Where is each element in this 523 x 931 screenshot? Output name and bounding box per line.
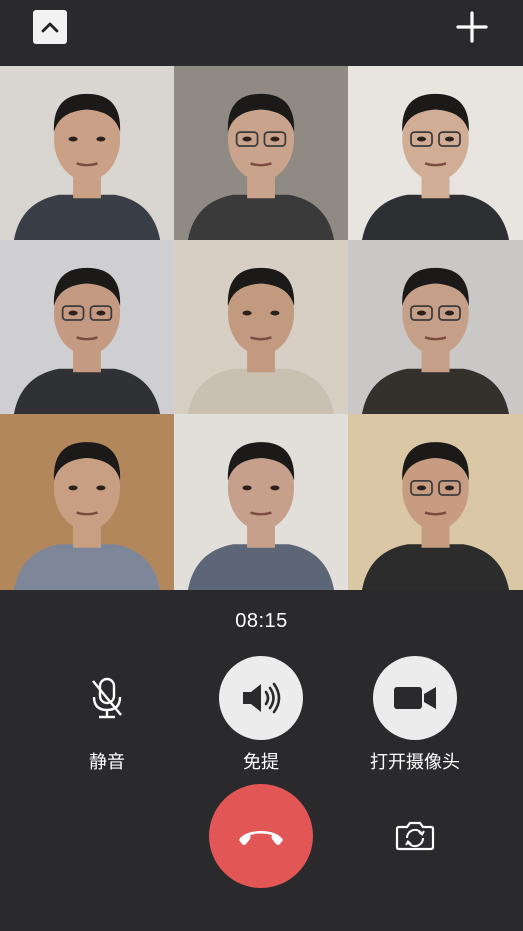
camera-switch-icon [395, 821, 435, 851]
participant-eye [416, 310, 427, 316]
speaker-label: 免提 [243, 752, 279, 772]
participant-shoulders [362, 544, 509, 590]
mute-button[interactable] [65, 656, 149, 740]
speaker-button[interactable] [219, 656, 303, 740]
participant-shoulders [13, 368, 161, 414]
participant-video-tile[interactable] [0, 414, 174, 590]
participant-video-frame [187, 442, 335, 590]
participant-shoulders [362, 368, 509, 414]
participant-video-tile[interactable] [348, 66, 523, 240]
participant-eye [68, 485, 78, 491]
speaker-control[interactable]: 免提 [201, 656, 321, 774]
participant-eye [242, 136, 252, 142]
participant-eye [444, 485, 455, 491]
collapse-button[interactable] [33, 10, 67, 44]
participant-video-frame [362, 267, 509, 414]
participant-video-frame [13, 442, 161, 590]
participant-shoulders [13, 194, 161, 240]
participant-eye [96, 310, 106, 316]
participant-eye [96, 136, 106, 142]
call-timer: 08:15 [235, 610, 288, 632]
participant-video-tile[interactable] [174, 414, 348, 590]
participant-video-tile[interactable] [174, 66, 348, 240]
participant-video-frame [13, 93, 161, 240]
mute-label: 静音 [89, 752, 125, 772]
participant-eye [96, 485, 106, 491]
mute-control[interactable]: 静音 [47, 656, 167, 774]
participant-video-tile[interactable] [348, 240, 523, 414]
participant-eye [270, 310, 280, 316]
participant-video-frame [187, 267, 335, 414]
participant-eye [270, 136, 280, 142]
participant-eye [270, 485, 280, 491]
participant-shoulders [362, 194, 509, 240]
participant-eye [242, 485, 252, 491]
video-camera-icon [394, 687, 436, 709]
participant-video-frame [13, 267, 161, 414]
plus-icon [456, 11, 488, 43]
participant-eye [416, 136, 427, 142]
participant-video-frame [362, 93, 509, 240]
add-participant-button[interactable] [455, 10, 489, 44]
camera-button[interactable] [373, 656, 457, 740]
chevron-up-icon [41, 22, 59, 33]
participant-eye [416, 485, 427, 491]
participant-video-grid [0, 66, 523, 590]
participant-eye [444, 136, 455, 142]
participant-eye [242, 310, 252, 316]
speaker-icon [243, 682, 281, 714]
hangup-button[interactable] [209, 784, 313, 888]
participant-video-tile[interactable] [0, 240, 174, 414]
switch-camera-button[interactable] [393, 813, 437, 857]
camera-control[interactable]: 打开摄像头 [355, 656, 475, 774]
participant-shoulders [13, 544, 161, 590]
top-bar [0, 0, 523, 66]
participant-eye [68, 310, 78, 316]
participant-video-tile[interactable] [0, 66, 174, 240]
participant-eye [68, 136, 78, 142]
participant-video-tile[interactable] [348, 414, 523, 590]
participant-shoulders [187, 544, 335, 590]
participant-video-frame [187, 93, 335, 240]
participant-shoulders [187, 194, 335, 240]
microphone-muted-icon [92, 677, 122, 719]
camera-label: 打开摄像头 [370, 752, 460, 772]
participant-video-tile[interactable] [174, 240, 348, 414]
phone-hangup-icon [239, 831, 283, 845]
participant-eye [444, 310, 455, 316]
participant-shoulders [187, 368, 335, 414]
participant-video-frame [362, 442, 509, 590]
